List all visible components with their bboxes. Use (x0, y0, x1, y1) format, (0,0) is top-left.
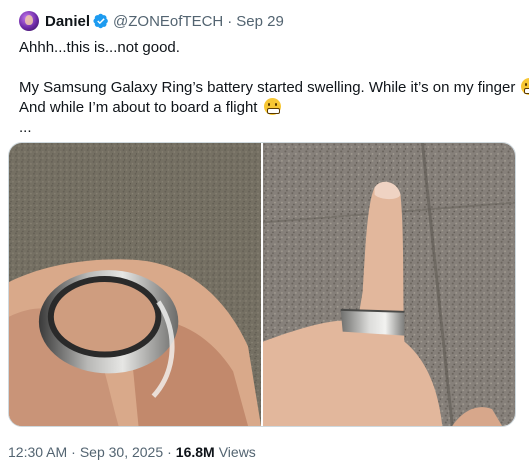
media-grid (8, 142, 516, 427)
photo-hand-ring-closeup-image (9, 143, 261, 426)
post-date[interactable]: Sep 29 (236, 13, 284, 30)
post-full-date[interactable]: Sep 30, 2025 (80, 444, 163, 460)
grimacing-face-icon (521, 78, 529, 95)
tweet-text: Ahhh...this is...not good. My Samsung Ga… (19, 38, 529, 138)
grimacing-face-icon (263, 98, 281, 115)
footer-separator-2: · (167, 444, 172, 460)
verified-badge-icon (93, 13, 108, 29)
photo-hand-ring-closeup[interactable] (9, 143, 261, 426)
views-label: Views (218, 444, 256, 460)
tweet-text-line2-body: My Samsung Galaxy Ring’s battery started… (19, 79, 516, 96)
views-count[interactable]: 16.8M (176, 444, 215, 460)
avatar[interactable] (19, 11, 39, 31)
tweet-text-line4: ... (19, 119, 32, 136)
tweet-text-line3: And while I’m about to board a flight (19, 98, 514, 118)
author-name[interactable]: Daniel (45, 13, 90, 30)
tweet-text-line1: Ahhh...this is...not good. (19, 39, 180, 56)
tweet-header: Daniel @ZONEofTECH · Sep 29 (19, 10, 284, 32)
photo-finger-ring-image (263, 143, 515, 426)
footer-separator: · (71, 444, 76, 460)
header-separator: · (227, 12, 233, 30)
author-handle[interactable]: @ZONEofTECH (113, 13, 223, 30)
tweet-text-line2: My Samsung Galaxy Ring’s battery started… (19, 78, 529, 98)
tweet-card: Daniel @ZONEofTECH · Sep 29 Ahhh...this … (0, 0, 529, 468)
post-time[interactable]: 12:30 AM (8, 444, 67, 460)
tweet-footer: 12:30 AM · Sep 30, 2025 · 16.8M Views (8, 444, 256, 460)
photo-finger-ring[interactable] (263, 143, 515, 426)
tweet-text-line3-body: And while I’m about to board a flight (19, 99, 258, 116)
